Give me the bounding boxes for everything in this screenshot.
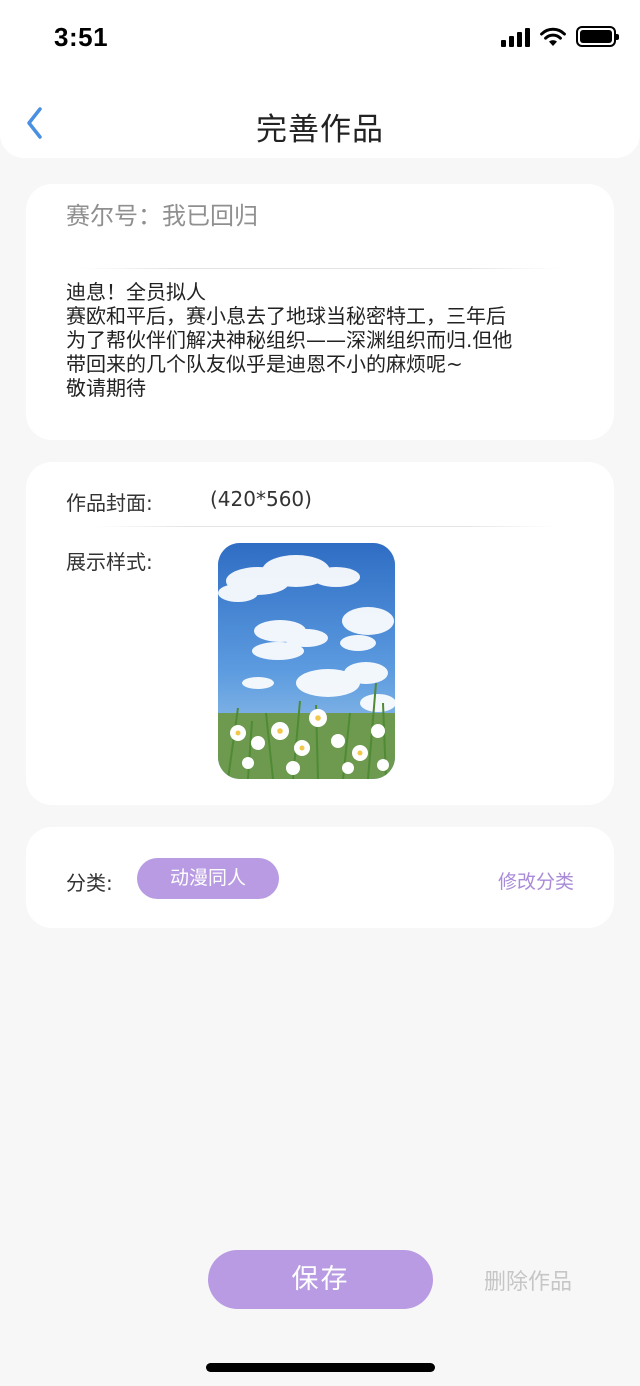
- category-card: 分类: 动漫同人 修改分类: [26, 827, 614, 928]
- delete-work-button[interactable]: 删除作品: [484, 1264, 572, 1296]
- save-button[interactable]: 保存: [208, 1250, 433, 1309]
- description-line: 带回来的几个队友似乎是迪恩不小的麻烦呢~: [66, 352, 463, 376]
- status-time: 3:51: [54, 22, 109, 52]
- cover-card: 作品封面: (420*560) 展示样式:: [26, 462, 614, 805]
- category-label: 分类:: [66, 871, 113, 895]
- description-line: 敬请期待: [66, 376, 146, 400]
- work-description-field[interactable]: 迪息！全员拟人 赛欧和平后，赛小息去了地球当秘密特工，三年后 为了帮伙伴们解决神…: [66, 280, 586, 400]
- category-tag[interactable]: 动漫同人: [137, 858, 279, 899]
- cover-label: 作品封面:: [66, 491, 153, 515]
- work-info-card: 赛尔号：我已回归 迪息！全员拟人 赛欧和平后，赛小息去了地球当秘密特工，三年后 …: [26, 184, 614, 440]
- page-title: 完善作品: [256, 112, 384, 148]
- divider: [80, 268, 560, 269]
- wifi-icon: [540, 27, 566, 46]
- cellular-signal-icon: [501, 27, 530, 47]
- description-line: 为了帮伙伴们解决神秘组织——深渊组织而归.但他: [66, 328, 513, 352]
- status-icons: [501, 26, 619, 47]
- display-style-label: 展示样式:: [66, 550, 153, 574]
- description-line: 赛欧和平后，赛小息去了地球当秘密特工，三年后: [66, 304, 506, 328]
- work-title-field[interactable]: 赛尔号：我已回归: [66, 196, 258, 231]
- description-line: 迪息！全员拟人: [66, 280, 206, 304]
- divider: [96, 526, 556, 527]
- battery-icon: [576, 26, 619, 47]
- cover-image[interactable]: [218, 543, 395, 779]
- app-header: 3:51 完善作品: [0, 0, 640, 158]
- home-indicator: [206, 1363, 435, 1372]
- cover-size-hint: (420*560): [210, 487, 312, 511]
- edit-category-link[interactable]: 修改分类: [498, 867, 574, 894]
